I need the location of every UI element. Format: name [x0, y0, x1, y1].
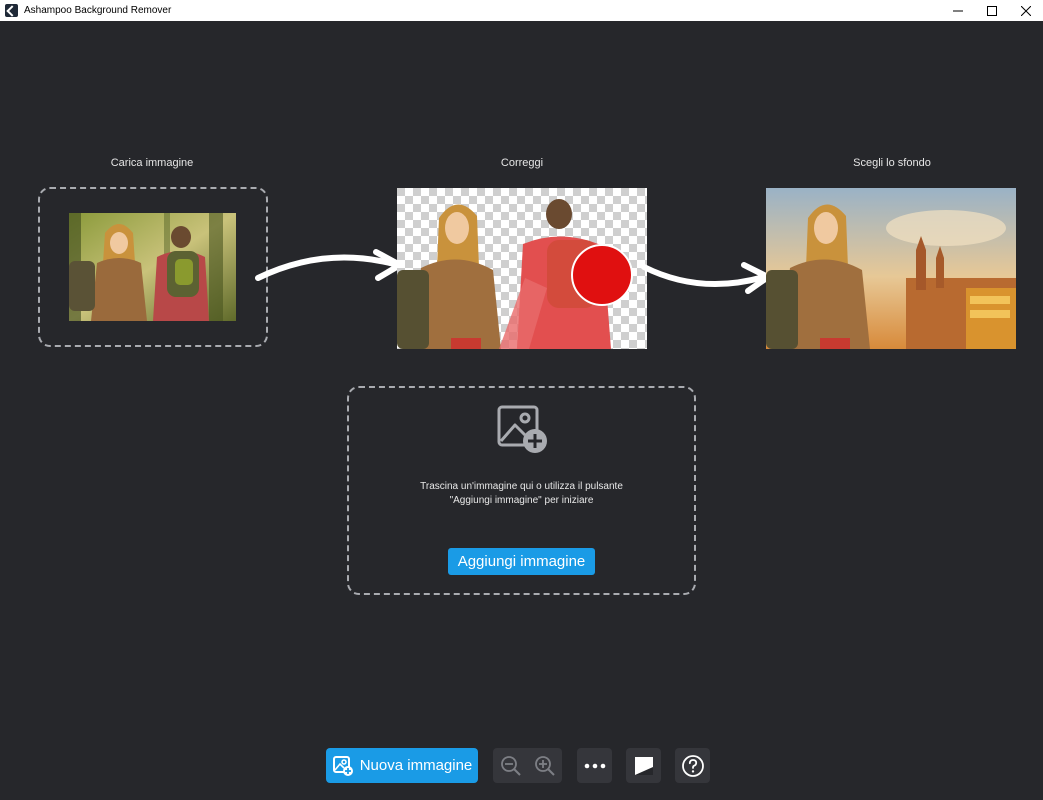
- help-icon: [681, 754, 704, 777]
- new-image-label: Nuova immagine: [359, 757, 473, 774]
- zoom-out-icon: [500, 755, 521, 776]
- new-image-button[interactable]: Nuova immagine: [326, 748, 478, 783]
- compare-icon: [634, 756, 653, 775]
- arrow-step2-to-step3: [641, 262, 771, 294]
- close-icon: [1021, 5, 1031, 16]
- zoom-in-icon: [534, 755, 555, 776]
- drop-instructions: Trascina un'immagine qui o utilizza il p…: [380, 480, 663, 508]
- drop-instructions-line1: Trascina un'immagine qui o utilizza il p…: [420, 481, 623, 492]
- compare-button[interactable]: [626, 748, 661, 783]
- step2-photo: [397, 188, 647, 349]
- new-image-icon: [332, 755, 354, 777]
- more-icon: [584, 763, 605, 768]
- help-button[interactable]: [675, 748, 710, 783]
- step-label-load: Carica immagine: [110, 157, 194, 169]
- step3-photo: [766, 188, 1016, 349]
- zoom-in-button[interactable]: [528, 748, 562, 783]
- minimize-button[interactable]: [941, 0, 975, 21]
- step1-photo: [69, 213, 236, 321]
- step-label-background: Scegli lo sfondo: [853, 157, 931, 169]
- window-controls: [941, 0, 1043, 21]
- maximize-icon: [987, 5, 997, 16]
- add-image-button[interactable]: Aggiungi immagine: [448, 548, 595, 575]
- more-options-button[interactable]: [577, 748, 612, 783]
- app-icon: [5, 4, 18, 17]
- title-bar: Ashampoo Background Remover: [0, 0, 1043, 21]
- step-label-correct: Correggi: [500, 157, 544, 169]
- window-title: Ashampoo Background Remover: [24, 5, 172, 16]
- maximize-button[interactable]: [975, 0, 1009, 21]
- arrow-step1-to-step2: [255, 249, 403, 281]
- zoom-controls: [493, 748, 562, 783]
- drop-instructions-line2: "Aggiungi immagine" per iniziare: [449, 495, 594, 506]
- add-image-icon: [497, 405, 547, 453]
- close-button[interactable]: [1009, 0, 1043, 21]
- minimize-icon: [953, 10, 963, 11]
- zoom-out-button[interactable]: [494, 748, 528, 783]
